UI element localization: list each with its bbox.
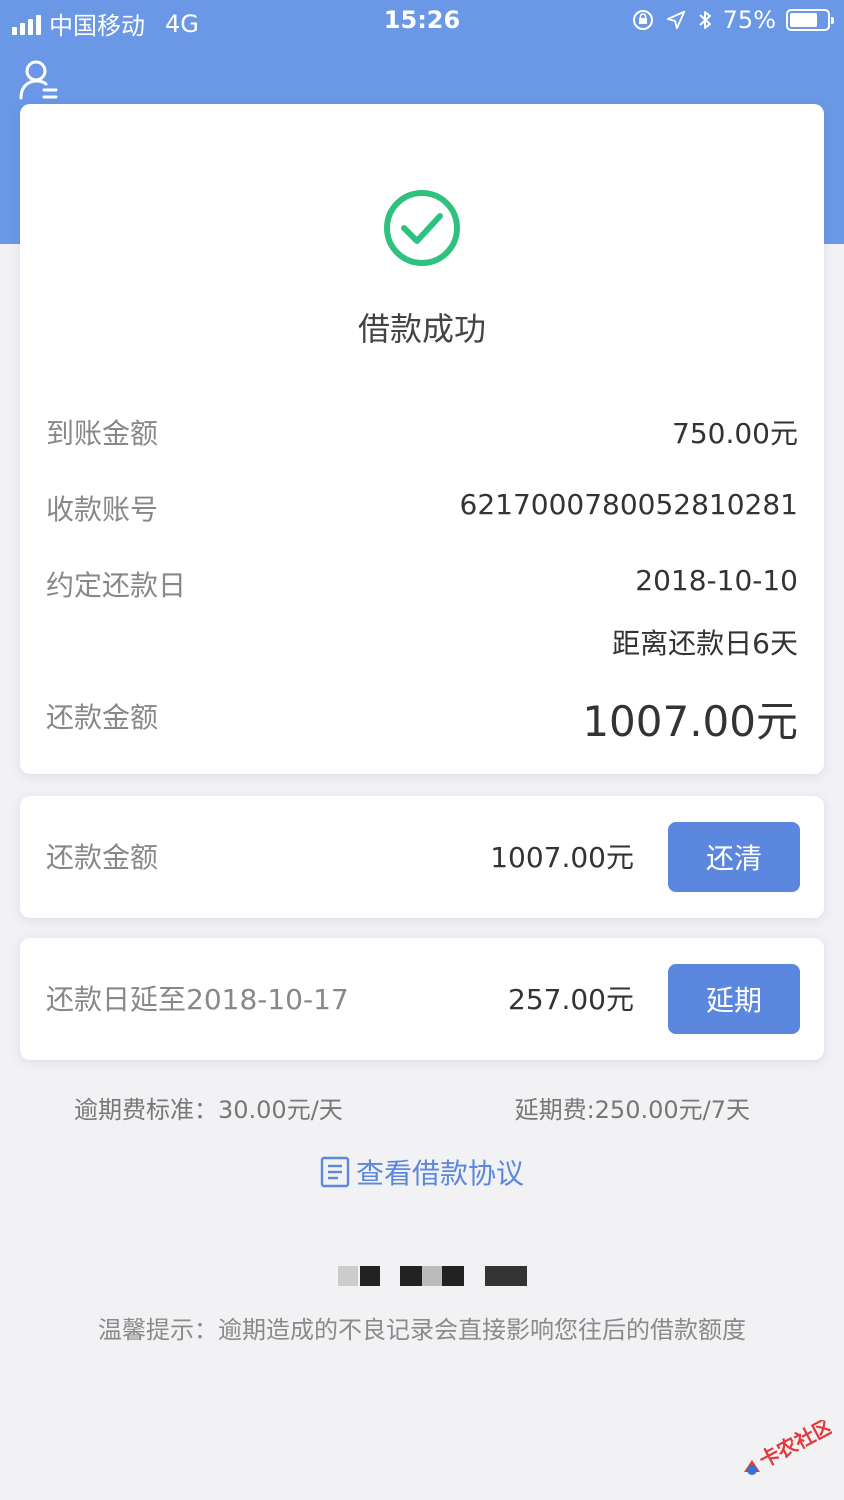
svg-text:卡农社区: 卡农社区 <box>755 1420 832 1472</box>
overdue-fee-text: 逾期费标准：30.00元/天 <box>74 1096 343 1124</box>
check-circle-icon <box>384 190 460 266</box>
watermark-logo: 卡农社区 <box>744 1420 832 1475</box>
row-value: 6217000780052810281 <box>459 488 798 521</box>
pixelated-redaction <box>0 1266 844 1286</box>
agreement-link-text: 查看借款协议 <box>355 1157 524 1190</box>
row-label: 收款账号 <box>46 493 159 526</box>
location-arrow-icon <box>666 10 685 30</box>
row-label: 还款金额 <box>46 701 159 734</box>
agreement-link[interactable]: 查看借款协议 <box>0 1152 844 1192</box>
row-value: 1007.00元 <box>582 697 798 746</box>
warm-tip: 温馨提示：逾期造成的不良记录会直接影响您往后的借款额度 <box>98 1316 746 1344</box>
repay-button[interactable]: 还清 <box>668 822 800 892</box>
due-date-row: 约定还款日 2018-10-10 <box>46 564 798 604</box>
arrival-amount-row: 到账金额 750.00元 <box>46 412 798 452</box>
battery-fill <box>790 13 817 27</box>
battery-percent: 75% <box>722 6 776 34</box>
extension-fee-text: 延期费:250.00元/7天 <box>514 1096 750 1124</box>
user-menu-icon[interactable] <box>18 58 60 102</box>
extend-label: 还款日延至2018-10-17 <box>46 983 349 1016</box>
loan-result-card: 借款成功 到账金额 750.00元 收款账号 62170007800528102… <box>20 104 824 774</box>
extend-card: 还款日延至2018-10-17 257.00元 延期 <box>20 938 824 1060</box>
bluetooth-icon <box>698 11 711 29</box>
document-icon <box>320 1156 350 1188</box>
extend-amount: 257.00元 <box>508 983 634 1016</box>
repay-amount-row: 还款金额 1007.00元 <box>46 688 798 746</box>
row-label: 到账金额 <box>46 417 159 450</box>
status-right: 75% <box>631 6 834 34</box>
repay-amount: 1007.00元 <box>490 841 634 874</box>
row-value: 距离还款日6天 <box>612 627 798 660</box>
row-value: 2018-10-10 <box>635 564 798 597</box>
repay-card: 还款金额 1007.00元 还清 <box>20 796 824 918</box>
days-remaining-row: 距离还款日6天 <box>46 622 798 662</box>
success-title: 借款成功 <box>357 310 486 348</box>
rotation-lock-icon <box>632 10 653 30</box>
repay-label: 还款金额 <box>46 841 159 874</box>
status-bar: 中国移动 4G 15:26 75% <box>0 0 844 44</box>
extend-button[interactable]: 延期 <box>668 964 800 1034</box>
row-value: 750.00元 <box>672 417 798 450</box>
battery-icon <box>786 9 834 31</box>
row-label: 约定还款日 <box>46 569 187 602</box>
account-number-row: 收款账号 6217000780052810281 <box>46 488 798 528</box>
